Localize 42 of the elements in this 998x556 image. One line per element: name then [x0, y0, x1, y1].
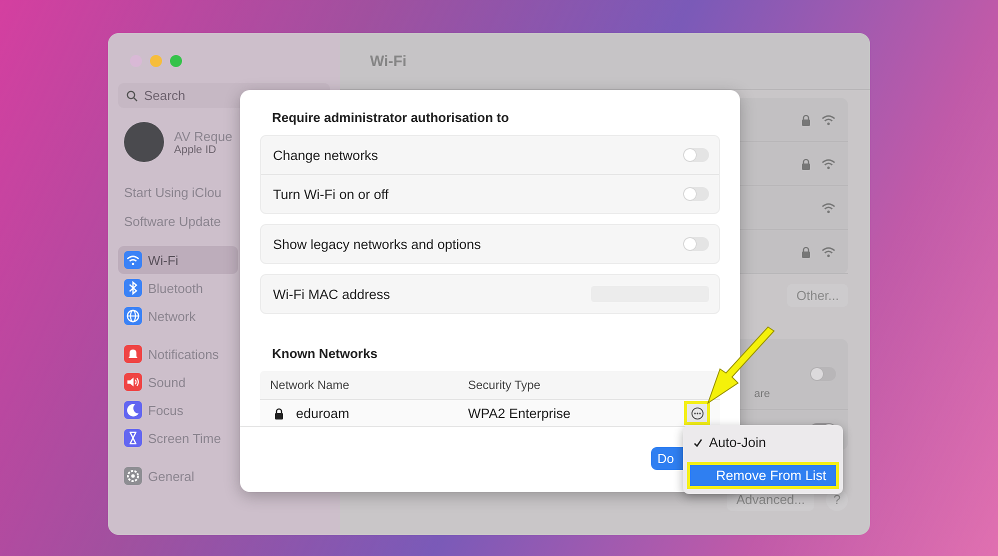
wifi-icon — [821, 246, 836, 258]
avatar — [124, 122, 164, 162]
zoom-button[interactable] — [170, 55, 182, 67]
toggle-switch[interactable] — [683, 187, 709, 201]
more-icon — [690, 406, 704, 420]
lock-icon — [801, 246, 811, 258]
menu-item[interactable]: Remove From List — [687, 462, 839, 489]
other-button[interactable]: Other... — [787, 284, 848, 307]
setting-label: Change networks — [273, 148, 378, 162]
sidebar-item[interactable]: Sound — [118, 368, 238, 396]
toggle-switch[interactable] — [683, 148, 709, 162]
wifi-icon — [821, 158, 836, 170]
checkmark-icon — [693, 438, 703, 448]
sidebar-item[interactable]: Network — [118, 302, 238, 330]
setting-label: Wi-Fi MAC address — [273, 286, 390, 302]
lock-icon — [801, 114, 811, 126]
account-name: AV Reque — [174, 128, 232, 144]
toggle-switch[interactable] — [683, 237, 709, 251]
more-button[interactable] — [684, 401, 710, 425]
setting-label: Turn Wi-Fi on or off — [273, 186, 389, 202]
sidebar-item[interactable]: Wi-Fi — [118, 246, 238, 274]
wifi-icon — [821, 202, 836, 214]
setting-label: Show legacy networks and options — [273, 236, 481, 252]
sidebar-item[interactable]: General — [118, 462, 238, 490]
table-cell: eduroam — [296, 406, 350, 420]
column-header: Network Name — [269, 378, 350, 392]
sidebar-item[interactable]: Screen Time — [118, 424, 238, 452]
sidebar-item[interactable]: Bluetooth — [118, 274, 238, 302]
wifi-icon — [821, 114, 836, 126]
search-icon — [126, 90, 138, 102]
lock-icon — [801, 158, 811, 170]
minimize-button[interactable] — [150, 55, 162, 67]
column-header: Security Type — [468, 378, 542, 392]
sidebar-item[interactable]: Focus — [118, 396, 238, 424]
account-subtitle: Apple ID — [174, 144, 217, 156]
setting-label: are — [754, 388, 770, 400]
sheet-heading: Require administrator authorisation to — [271, 110, 510, 125]
sidebar-item[interactable]: Notifications — [118, 340, 238, 368]
toggle-switch[interactable] — [810, 367, 836, 381]
window-title: Wi-Fi — [340, 33, 870, 90]
table-cell-text: WPA2 Enterprise — [468, 406, 572, 420]
section-heading: Known Networks — [271, 346, 378, 361]
